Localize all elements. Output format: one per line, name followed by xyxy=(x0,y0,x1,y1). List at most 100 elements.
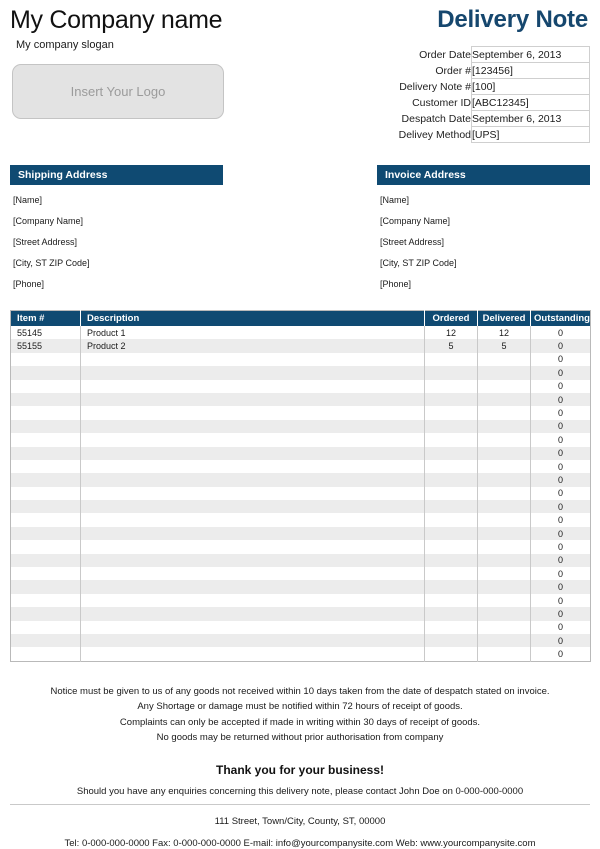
cell-description[interactable] xyxy=(80,607,425,621)
cell-description[interactable] xyxy=(80,500,425,514)
table-row[interactable]: 0 xyxy=(10,647,591,662)
table-row[interactable]: 0 xyxy=(10,540,591,554)
cell-outstanding[interactable]: 0 xyxy=(531,487,591,500)
cell-outstanding[interactable]: 0 xyxy=(531,460,591,473)
cell-outstanding[interactable]: 0 xyxy=(531,500,591,513)
cell-delivered[interactable] xyxy=(477,419,531,434)
cell-description[interactable] xyxy=(80,392,425,407)
cell-delivered[interactable] xyxy=(477,513,531,527)
cell-item[interactable] xyxy=(10,473,81,487)
cell-outstanding[interactable]: 0 xyxy=(531,540,591,553)
cell-ordered[interactable] xyxy=(424,526,478,541)
cell-outstanding[interactable]: 0 xyxy=(531,473,591,486)
cell-outstanding[interactable]: 0 xyxy=(531,353,591,366)
cell-outstanding[interactable]: 0 xyxy=(531,393,591,406)
table-row[interactable]: 0 xyxy=(10,593,591,608)
cell-delivered[interactable] xyxy=(477,593,531,608)
table-row[interactable]: 0 xyxy=(10,580,591,594)
cell-delivered[interactable] xyxy=(477,620,531,634)
cell-outstanding[interactable]: 0 xyxy=(531,513,591,526)
cell-delivered[interactable] xyxy=(477,526,531,541)
cell-description[interactable]: Product 1 xyxy=(80,326,425,340)
cell-ordered[interactable] xyxy=(424,473,478,487)
cell-delivered[interactable] xyxy=(477,366,531,380)
cell-description[interactable] xyxy=(80,553,425,568)
order-detail-value[interactable]: [100] xyxy=(471,78,590,95)
cell-description[interactable] xyxy=(80,647,425,662)
cell-ordered[interactable] xyxy=(424,513,478,527)
cell-ordered[interactable] xyxy=(424,446,478,460)
table-row[interactable]: 0 xyxy=(10,473,591,487)
cell-ordered[interactable]: 12 xyxy=(424,326,478,340)
cell-ordered[interactable] xyxy=(424,553,478,568)
cell-item[interactable] xyxy=(10,433,81,447)
cell-description[interactable] xyxy=(80,473,425,487)
cell-description[interactable] xyxy=(80,446,425,460)
table-row[interactable]: 0 xyxy=(10,379,591,393)
cell-description[interactable] xyxy=(80,633,425,648)
cell-ordered[interactable] xyxy=(424,366,478,380)
cell-delivered[interactable]: 5 xyxy=(477,339,531,353)
cell-item[interactable]: 55155 xyxy=(10,339,81,353)
cell-outstanding[interactable]: 0 xyxy=(531,326,591,339)
cell-item[interactable] xyxy=(10,593,81,608)
cell-ordered[interactable] xyxy=(424,647,478,662)
cell-outstanding[interactable]: 0 xyxy=(531,634,591,647)
cell-ordered[interactable] xyxy=(424,607,478,621)
cell-outstanding[interactable]: 0 xyxy=(531,607,591,620)
cell-delivered[interactable] xyxy=(477,500,531,514)
cell-delivered[interactable] xyxy=(477,352,531,367)
cell-ordered[interactable] xyxy=(424,433,478,447)
cell-outstanding[interactable]: 0 xyxy=(531,527,591,540)
cell-item[interactable] xyxy=(10,486,81,501)
cell-ordered[interactable] xyxy=(424,459,478,474)
table-row[interactable]: 0 xyxy=(10,392,591,407)
cell-item[interactable] xyxy=(10,459,81,474)
cell-description[interactable] xyxy=(80,406,425,420)
cell-outstanding[interactable]: 0 xyxy=(531,554,591,567)
table-row[interactable]: 0 xyxy=(10,553,591,568)
table-row[interactable]: 0 xyxy=(10,459,591,474)
cell-description[interactable] xyxy=(80,593,425,608)
cell-ordered[interactable] xyxy=(424,392,478,407)
table-row[interactable]: 55145 Product 1 12 12 0 xyxy=(10,326,591,340)
cell-ordered[interactable] xyxy=(424,580,478,594)
cell-item[interactable] xyxy=(10,379,81,393)
cell-description[interactable] xyxy=(80,620,425,634)
cell-description[interactable]: Product 2 xyxy=(80,339,425,353)
order-detail-value[interactable]: September 6, 2013 xyxy=(471,46,590,63)
cell-delivered[interactable] xyxy=(477,540,531,554)
cell-item[interactable] xyxy=(10,406,81,420)
cell-item[interactable] xyxy=(10,633,81,648)
cell-delivered[interactable] xyxy=(477,446,531,460)
cell-delivered[interactable] xyxy=(477,473,531,487)
order-detail-value[interactable]: [123456] xyxy=(471,62,590,79)
cell-item[interactable] xyxy=(10,620,81,634)
cell-ordered[interactable] xyxy=(424,620,478,634)
table-row[interactable]: 0 xyxy=(10,486,591,501)
table-row[interactable]: 0 xyxy=(10,500,591,514)
cell-item[interactable] xyxy=(10,526,81,541)
order-detail-value[interactable]: [ABC12345] xyxy=(471,94,590,111)
cell-outstanding[interactable]: 0 xyxy=(531,580,591,593)
table-row[interactable]: 0 xyxy=(10,607,591,621)
table-row[interactable]: 0 xyxy=(10,406,591,420)
table-row[interactable]: 0 xyxy=(10,567,591,581)
cell-ordered[interactable] xyxy=(424,406,478,420)
cell-ordered[interactable] xyxy=(424,540,478,554)
cell-item[interactable] xyxy=(10,446,81,460)
table-row[interactable]: 0 xyxy=(10,419,591,434)
cell-delivered[interactable] xyxy=(477,379,531,393)
cell-description[interactable] xyxy=(80,513,425,527)
table-row[interactable]: 0 xyxy=(10,366,591,380)
cell-item[interactable] xyxy=(10,352,81,367)
cell-ordered[interactable]: 5 xyxy=(424,339,478,353)
cell-delivered[interactable] xyxy=(477,553,531,568)
cell-item[interactable] xyxy=(10,540,81,554)
cell-ordered[interactable] xyxy=(424,486,478,501)
cell-item[interactable] xyxy=(10,607,81,621)
cell-description[interactable] xyxy=(80,580,425,594)
cell-ordered[interactable] xyxy=(424,567,478,581)
cell-delivered[interactable] xyxy=(477,406,531,420)
cell-outstanding[interactable]: 0 xyxy=(531,420,591,433)
